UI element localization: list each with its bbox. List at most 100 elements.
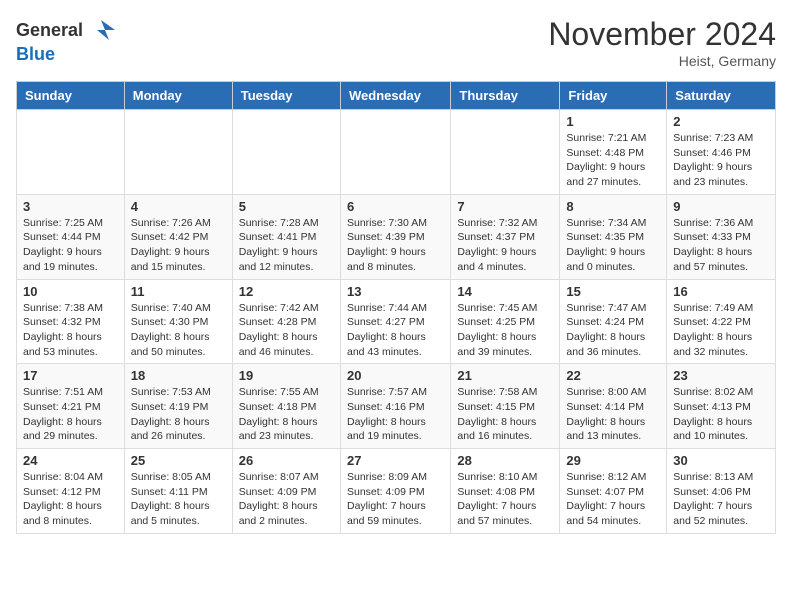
table-row: 1 Sunrise: 7:21 AM Sunset: 4:48 PM Daylig… — [560, 110, 667, 195]
table-row — [232, 110, 340, 195]
day-number: 1 — [566, 114, 660, 129]
day-number: 3 — [23, 199, 118, 214]
day-info: Sunrise: 7:44 AM Sunset: 4:27 PM Dayligh… — [347, 301, 444, 360]
day-info: Sunrise: 7:21 AM Sunset: 4:48 PM Dayligh… — [566, 131, 660, 190]
day-number: 9 — [673, 199, 769, 214]
day-info: Sunrise: 8:09 AM Sunset: 4:09 PM Dayligh… — [347, 470, 444, 529]
day-number: 14 — [457, 284, 553, 299]
day-info: Sunrise: 8:05 AM Sunset: 4:11 PM Dayligh… — [131, 470, 226, 529]
table-row: 5 Sunrise: 7:28 AM Sunset: 4:41 PM Daylig… — [232, 194, 340, 279]
table-row: 7 Sunrise: 7:32 AM Sunset: 4:37 PM Daylig… — [451, 194, 560, 279]
table-row: 15Sunrise: 7:47 AM Sunset: 4:24 PM Dayli… — [560, 279, 667, 364]
calendar-week-row: 1 Sunrise: 7:21 AM Sunset: 4:48 PM Daylig… — [17, 110, 776, 195]
day-info: Sunrise: 7:38 AM Sunset: 4:32 PM Dayligh… — [23, 301, 118, 360]
day-info: Sunrise: 8:04 AM Sunset: 4:12 PM Dayligh… — [23, 470, 118, 529]
calendar-header-row: Sunday Monday Tuesday Wednesday Thursday… — [17, 82, 776, 110]
header: General Blue November 2024 Heist, German… — [16, 16, 776, 69]
table-row: 25 Sunrise: 8:05 AM Sunset: 4:11 PM Dayli… — [124, 449, 232, 534]
day-number: 26 — [239, 453, 334, 468]
logo-bird-icon — [87, 16, 115, 44]
day-number: 28 — [457, 453, 553, 468]
day-number: 5 — [239, 199, 334, 214]
day-info: Sunrise: 7:32 AM Sunset: 4:37 PM Dayligh… — [457, 216, 553, 275]
day-number: 29 — [566, 453, 660, 468]
table-row: 30 Sunrise: 8:13 AM Sunset: 4:06 PM Dayli… — [667, 449, 776, 534]
day-number: 8 — [566, 199, 660, 214]
day-number: 13 — [347, 284, 444, 299]
calendar-week-row: 17Sunrise: 7:51 AM Sunset: 4:21 PM Dayli… — [17, 364, 776, 449]
col-monday: Monday — [124, 82, 232, 110]
col-sunday: Sunday — [17, 82, 125, 110]
table-row: 26 Sunrise: 8:07 AM Sunset: 4:09 PM Dayli… — [232, 449, 340, 534]
col-saturday: Saturday — [667, 82, 776, 110]
table-row: 4Sunrise: 7:26 AM Sunset: 4:42 PM Daylig… — [124, 194, 232, 279]
day-info: Sunrise: 7:51 AM Sunset: 4:21 PM Dayligh… — [23, 385, 118, 444]
day-info: Sunrise: 7:55 AM Sunset: 4:18 PM Dayligh… — [239, 385, 334, 444]
day-info: Sunrise: 7:49 AM Sunset: 4:22 PM Dayligh… — [673, 301, 769, 360]
table-row: 21 Sunrise: 7:58 AM Sunset: 4:15 PM Dayli… — [451, 364, 560, 449]
day-info: Sunrise: 7:47 AM Sunset: 4:24 PM Dayligh… — [566, 301, 660, 360]
location-title: Heist, Germany — [548, 53, 776, 69]
table-row: 23 Sunrise: 8:02 AM Sunset: 4:13 PM Dayli… — [667, 364, 776, 449]
table-row: 17Sunrise: 7:51 AM Sunset: 4:21 PM Dayli… — [17, 364, 125, 449]
table-row: 28Sunrise: 8:10 AM Sunset: 4:08 PM Dayli… — [451, 449, 560, 534]
page: General Blue November 2024 Heist, German… — [0, 0, 792, 550]
day-number: 30 — [673, 453, 769, 468]
table-row: 16Sunrise: 7:49 AM Sunset: 4:22 PM Dayli… — [667, 279, 776, 364]
day-info: Sunrise: 7:42 AM Sunset: 4:28 PM Dayligh… — [239, 301, 334, 360]
day-number: 19 — [239, 368, 334, 383]
day-number: 12 — [239, 284, 334, 299]
table-row: 19 Sunrise: 7:55 AM Sunset: 4:18 PM Dayli… — [232, 364, 340, 449]
day-info: Sunrise: 8:07 AM Sunset: 4:09 PM Dayligh… — [239, 470, 334, 529]
day-number: 7 — [457, 199, 553, 214]
calendar-table: Sunday Monday Tuesday Wednesday Thursday… — [16, 81, 776, 534]
day-number: 23 — [673, 368, 769, 383]
day-info: Sunrise: 7:28 AM Sunset: 4:41 PM Dayligh… — [239, 216, 334, 275]
table-row: 6 Sunrise: 7:30 AM Sunset: 4:39 PM Daylig… — [340, 194, 450, 279]
table-row: 10 Sunrise: 7:38 AM Sunset: 4:32 PM Dayli… — [17, 279, 125, 364]
day-number: 22 — [566, 368, 660, 383]
col-friday: Friday — [560, 82, 667, 110]
day-info: Sunrise: 7:45 AM Sunset: 4:25 PM Dayligh… — [457, 301, 553, 360]
table-row: 11 Sunrise: 7:40 AM Sunset: 4:30 PM Dayli… — [124, 279, 232, 364]
table-row: 8 Sunrise: 7:34 AM Sunset: 4:35 PM Daylig… — [560, 194, 667, 279]
day-number: 27 — [347, 453, 444, 468]
logo: General Blue — [16, 16, 115, 65]
table-row — [17, 110, 125, 195]
day-number: 10 — [23, 284, 118, 299]
day-info: Sunrise: 8:02 AM Sunset: 4:13 PM Dayligh… — [673, 385, 769, 444]
table-row — [124, 110, 232, 195]
day-info: Sunrise: 7:25 AM Sunset: 4:44 PM Dayligh… — [23, 216, 118, 275]
table-row — [340, 110, 450, 195]
day-info: Sunrise: 7:40 AM Sunset: 4:30 PM Dayligh… — [131, 301, 226, 360]
table-row: 24Sunrise: 8:04 AM Sunset: 4:12 PM Dayli… — [17, 449, 125, 534]
day-info: Sunrise: 7:58 AM Sunset: 4:15 PM Dayligh… — [457, 385, 553, 444]
logo-general: General — [16, 20, 83, 41]
table-row: 29Sunrise: 8:12 AM Sunset: 4:07 PM Dayli… — [560, 449, 667, 534]
day-number: 2 — [673, 114, 769, 129]
day-number: 18 — [131, 368, 226, 383]
table-row: 22 Sunrise: 8:00 AM Sunset: 4:14 PM Dayli… — [560, 364, 667, 449]
day-info: Sunrise: 7:36 AM Sunset: 4:33 PM Dayligh… — [673, 216, 769, 275]
title-block: November 2024 Heist, Germany — [548, 16, 776, 69]
day-info: Sunrise: 8:00 AM Sunset: 4:14 PM Dayligh… — [566, 385, 660, 444]
day-info: Sunrise: 8:13 AM Sunset: 4:06 PM Dayligh… — [673, 470, 769, 529]
table-row: 14 Sunrise: 7:45 AM Sunset: 4:25 PM Dayli… — [451, 279, 560, 364]
table-row: 20Sunrise: 7:57 AM Sunset: 4:16 PM Dayli… — [340, 364, 450, 449]
calendar-week-row: 3 Sunrise: 7:25 AM Sunset: 4:44 PM Daylig… — [17, 194, 776, 279]
table-row: 27 Sunrise: 8:09 AM Sunset: 4:09 PM Dayli… — [340, 449, 450, 534]
day-info: Sunrise: 7:34 AM Sunset: 4:35 PM Dayligh… — [566, 216, 660, 275]
month-title: November 2024 — [548, 16, 776, 53]
calendar-week-row: 24Sunrise: 8:04 AM Sunset: 4:12 PM Dayli… — [17, 449, 776, 534]
day-number: 6 — [347, 199, 444, 214]
col-wednesday: Wednesday — [340, 82, 450, 110]
day-info: Sunrise: 7:53 AM Sunset: 4:19 PM Dayligh… — [131, 385, 226, 444]
calendar-week-row: 10 Sunrise: 7:38 AM Sunset: 4:32 PM Dayli… — [17, 279, 776, 364]
day-number: 21 — [457, 368, 553, 383]
day-info: Sunrise: 7:23 AM Sunset: 4:46 PM Dayligh… — [673, 131, 769, 190]
day-number: 11 — [131, 284, 226, 299]
table-row: 13 Sunrise: 7:44 AM Sunset: 4:27 PM Dayli… — [340, 279, 450, 364]
day-info: Sunrise: 7:57 AM Sunset: 4:16 PM Dayligh… — [347, 385, 444, 444]
day-info: Sunrise: 7:30 AM Sunset: 4:39 PM Dayligh… — [347, 216, 444, 275]
day-number: 25 — [131, 453, 226, 468]
